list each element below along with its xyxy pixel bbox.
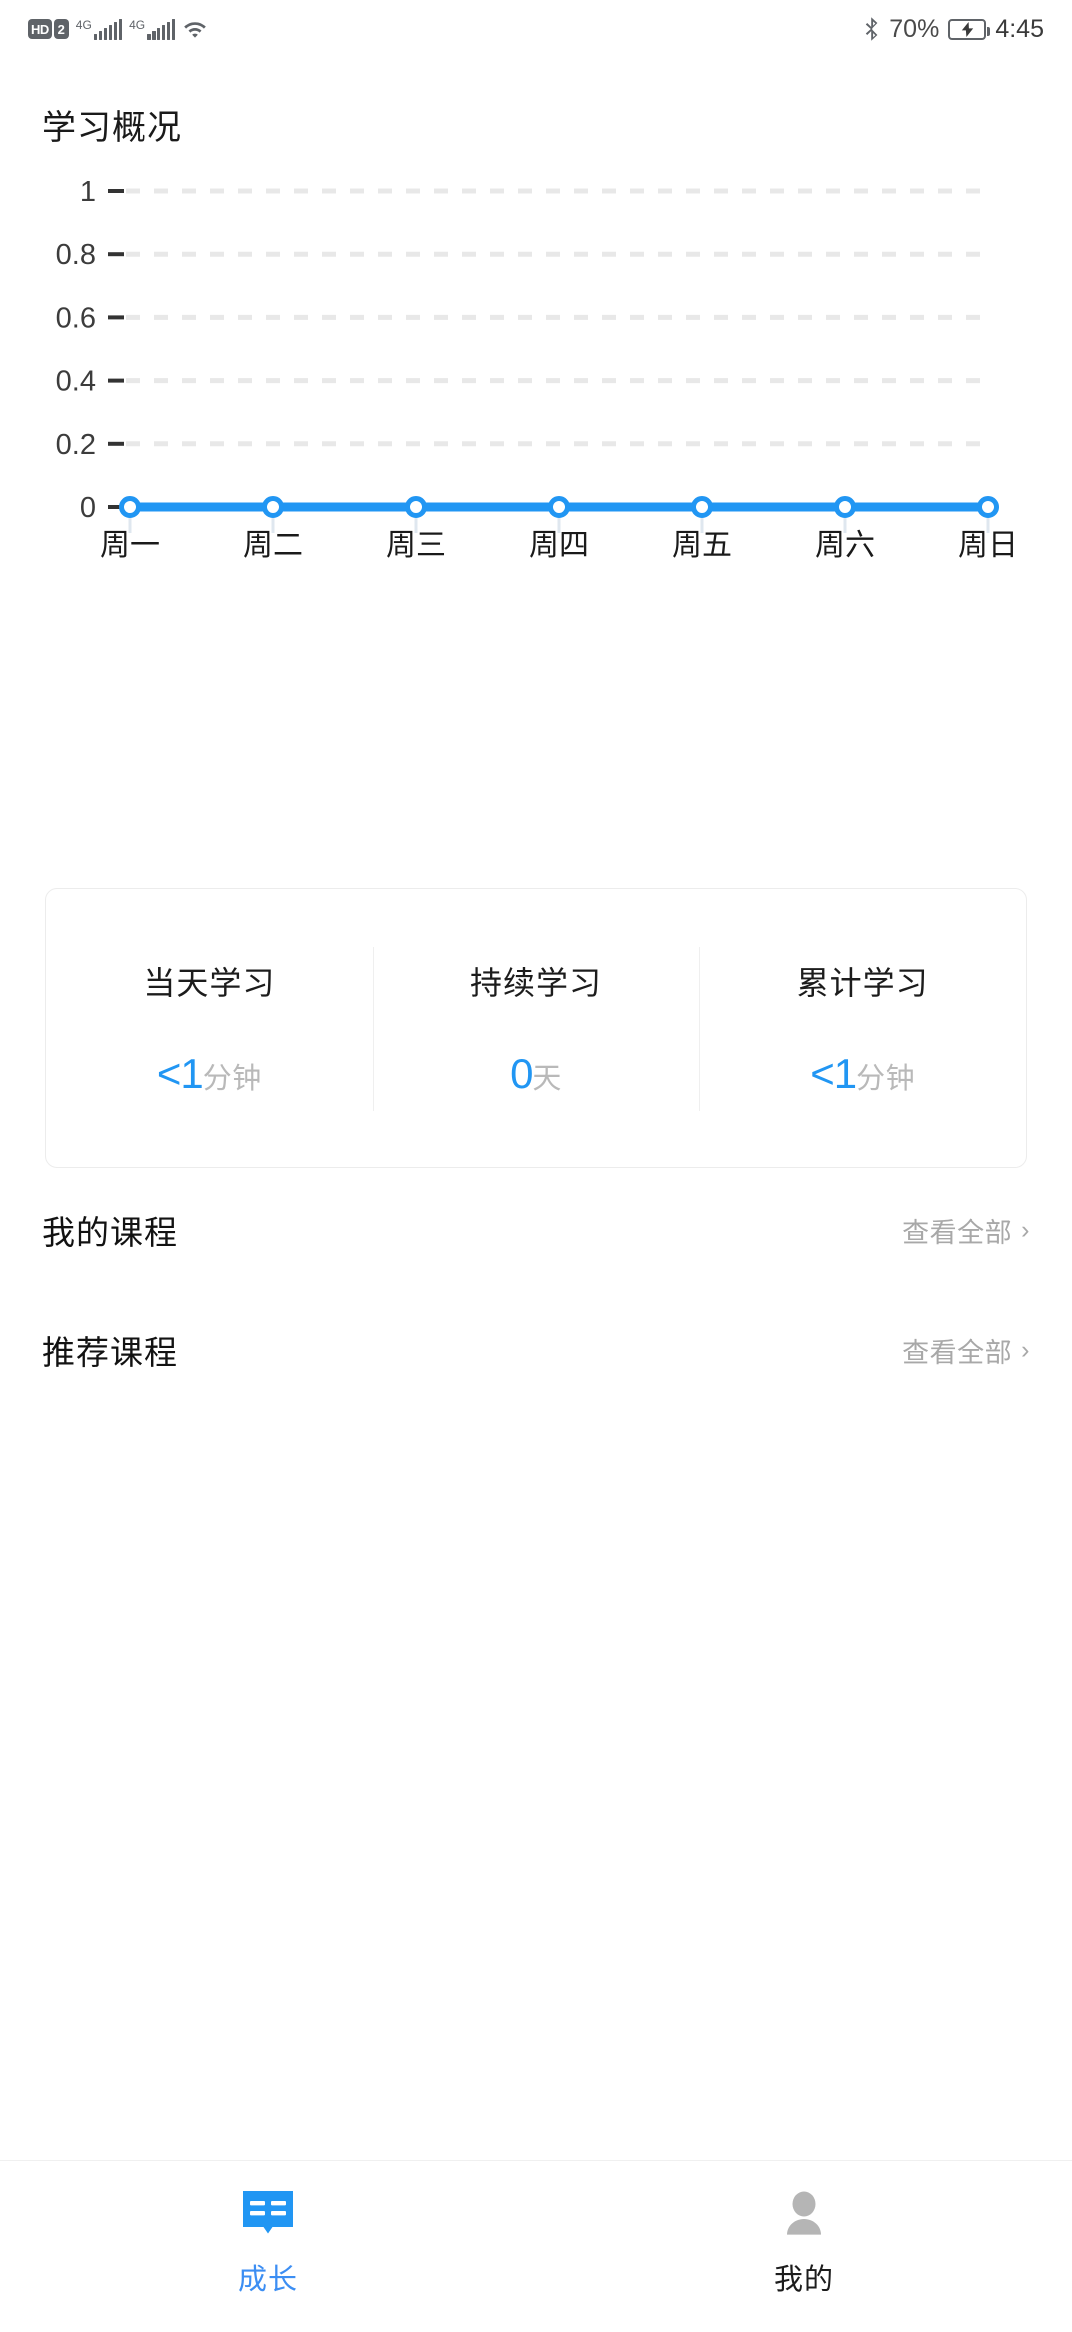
status-bar: HD 2 4G 4G 70% 4:45	[0, 0, 1072, 58]
chart-data-point	[119, 496, 141, 518]
status-bar-left: HD 2 4G 4G	[28, 17, 208, 41]
chart-data-point	[834, 496, 856, 518]
section-my-courses[interactable]: 我的课程 查看全部 ›	[0, 1188, 1072, 1272]
status-bar-right: 70% 4:45	[864, 15, 1044, 44]
person-icon	[787, 2191, 821, 2235]
page-title: 学习概况	[42, 109, 182, 147]
chart-data-point	[691, 496, 713, 518]
stat-streak: 持续学习 0 天	[372, 889, 700, 1167]
chart-canvas: 1 0.8 0.6 0.4 0.2 0 周一 周二 周三 周四 周五 周六 周日	[56, 180, 1018, 562]
hd-voice-icon: HD 2	[28, 19, 69, 39]
view-all-label: 查看全部	[902, 1337, 1013, 1368]
chart-gridlines	[108, 188, 990, 533]
bolt-icon	[961, 21, 974, 37]
section-recommended-courses[interactable]: 推荐课程 查看全部 ›	[0, 1308, 1072, 1392]
stat-streak-value: 0 天	[510, 1050, 562, 1098]
stat-streak-unit: 天	[532, 1063, 562, 1095]
bluetooth-icon	[866, 17, 878, 41]
stat-today: 当天学习 <1 分钟	[46, 889, 373, 1167]
chart-y-tick-label: 0	[80, 492, 96, 524]
signal-bars-2	[147, 18, 176, 40]
stat-total-title: 累计学习	[796, 965, 929, 1001]
book-icon	[243, 2191, 293, 2234]
section-my-courses-view-all[interactable]: 查看全部 ›	[902, 1211, 1030, 1250]
chart-data-point	[262, 496, 284, 518]
chart-y-tick-label: 0.4	[56, 366, 96, 398]
section-my-courses-title: 我的课程	[42, 1214, 178, 1251]
signal-icon-2: 4G	[129, 18, 176, 40]
chart-y-tick-label: 1	[80, 180, 96, 208]
stat-today-number: <1	[156, 1050, 204, 1097]
chart-x-tick-label: 周五	[672, 529, 732, 562]
stat-streak-title: 持续学习	[470, 965, 603, 1001]
stat-today-unit: 分钟	[202, 1063, 262, 1095]
study-stats-card: 当天学习 <1 分钟 持续学习 0 天 累计学习 <1 分钟	[45, 888, 1027, 1168]
stat-streak-number: 0	[510, 1050, 533, 1097]
nav-item-growth-label: 成长	[237, 2264, 298, 2296]
chart-data-point	[548, 496, 570, 518]
chevron-right-icon: ›	[1021, 1335, 1030, 1364]
hd-label: HD	[28, 19, 52, 39]
stat-total-unit: 分钟	[856, 1063, 916, 1095]
network-type-label-2: 4G	[129, 18, 146, 32]
chart-x-tick-label: 周四	[529, 529, 589, 562]
chart-data-point	[977, 496, 999, 518]
chart-data-point	[405, 496, 427, 518]
signal-bars-1	[93, 18, 123, 40]
stat-total-number: <1	[810, 1050, 857, 1097]
stat-total-value: <1 分钟	[810, 1050, 915, 1098]
bottom-navigation-bar: 成长 我的	[0, 2160, 1072, 2332]
view-all-label: 查看全部	[902, 1217, 1013, 1248]
stat-today-value: <1 分钟	[157, 1050, 262, 1098]
section-recommended-courses-title: 推荐课程	[42, 1334, 178, 1371]
stat-total: 累计学习 <1 分钟	[699, 889, 1026, 1167]
clock-label: 4:45	[995, 14, 1044, 43]
signal-icon-1: 4G	[75, 18, 123, 40]
chart-x-tick-label: 周日	[958, 529, 1018, 562]
chart-y-tick-label: 0.6	[56, 302, 96, 334]
battery-charging-icon	[948, 18, 991, 40]
chart-y-axis-labels: 1 0.8 0.6 0.4 0.2 0	[56, 180, 96, 524]
section-recommended-courses-view-all[interactable]: 查看全部 ›	[902, 1331, 1030, 1370]
nav-item-growth[interactable]: 成长	[0, 2161, 536, 2332]
network-type-label-1: 4G	[75, 18, 92, 32]
wifi-icon	[184, 22, 207, 38]
chevron-right-icon: ›	[1021, 1215, 1030, 1244]
chart-x-tick-label: 周二	[243, 529, 303, 562]
chart-x-tick-label: 周一	[100, 529, 160, 562]
chart-x-tick-label: 周三	[386, 529, 446, 562]
nav-item-mine-label: 我的	[773, 2264, 834, 2296]
sim-slot-label: 2	[53, 19, 69, 39]
study-overview-chart: 1 0.8 0.6 0.4 0.2 0 周一 周二 周三 周四 周五 周六 周日	[0, 180, 1072, 800]
stat-today-title: 当天学习	[143, 965, 276, 1001]
chart-y-tick-label: 0.2	[56, 429, 96, 461]
battery-percent-label: 70%	[889, 14, 940, 43]
chart-x-axis-labels: 周一 周二 周三 周四 周五 周六 周日	[100, 529, 1018, 562]
nav-item-mine[interactable]: 我的	[536, 2161, 1072, 2332]
chart-y-tick-label: 0.8	[56, 239, 96, 271]
chart-x-tick-label: 周六	[815, 529, 875, 562]
app-screen: HD 2 4G 4G 70% 4:45 学习概况 1 0.8 0.6 0.4 0…	[0, 0, 1072, 2332]
